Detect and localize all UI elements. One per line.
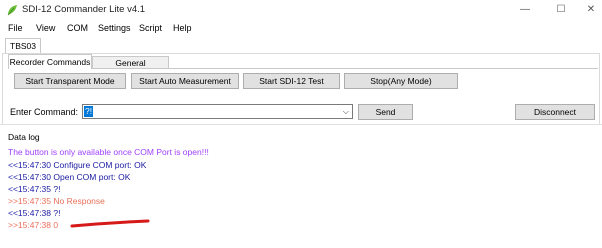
red-underline-annotation	[70, 219, 150, 228]
tab-recorder-commands[interactable]: Recorder Commands	[8, 54, 92, 69]
